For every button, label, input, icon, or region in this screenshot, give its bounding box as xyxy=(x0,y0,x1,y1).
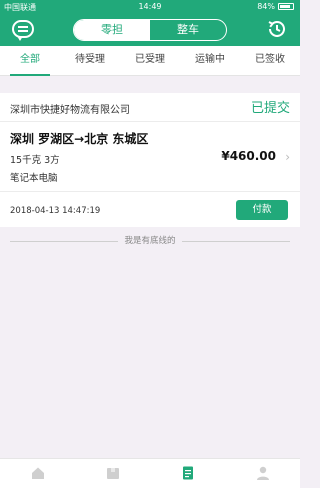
end-of-list: 我是有底线的 xyxy=(10,234,290,248)
segment-ltl[interactable]: 零担 xyxy=(74,20,150,40)
divider xyxy=(0,121,300,122)
home-icon xyxy=(31,467,44,479)
weight-volume: 15千克 3方 xyxy=(10,155,60,166)
status-tabs: 全部 待受理 已受理 运输中 已签收 xyxy=(0,46,300,76)
route: 深圳 罗湖区→北京 东城区 xyxy=(10,132,149,146)
header: 中国联通 14:49 84% 零担 整车 xyxy=(0,0,300,46)
divider xyxy=(0,191,300,192)
status-bar: 中国联通 14:49 84% xyxy=(0,0,300,14)
company-name: 深圳市快捷好物流有限公司 xyxy=(10,105,130,116)
bottom-tab-bar xyxy=(0,458,300,488)
tab-signed[interactable]: 已签收 xyxy=(240,46,300,75)
price: ¥460.00 xyxy=(221,149,276,163)
tabbar-item-goods[interactable] xyxy=(75,459,150,488)
freight-type-toggle: 零担 整车 xyxy=(73,19,227,41)
goods-icon xyxy=(106,468,119,479)
pay-button[interactable]: 付款 xyxy=(236,200,288,220)
battery-icon xyxy=(278,3,294,10)
segment-ftl[interactable]: 整车 xyxy=(150,20,226,40)
history-icon[interactable] xyxy=(266,18,288,40)
goods-name: 笔记本电脑 xyxy=(10,173,58,184)
tab-all[interactable]: 全部 xyxy=(0,46,60,76)
order-card[interactable]: 深圳市快捷好物流有限公司 已提交 深圳 罗湖区→北京 东城区 15千克 3方 笔… xyxy=(0,93,300,227)
order-status: 已提交 xyxy=(250,101,290,116)
message-icon[interactable] xyxy=(12,20,34,41)
clock: 14:49 xyxy=(138,2,162,11)
tabbar-item-home[interactable] xyxy=(0,459,75,488)
tab-pending[interactable]: 待受理 xyxy=(60,46,120,75)
order-datetime: 2018-04-13 14:47:19 xyxy=(10,206,101,216)
end-of-list-text: 我是有底线的 xyxy=(118,236,182,246)
battery-percent: 84% xyxy=(257,2,275,11)
tabbar-item-user[interactable] xyxy=(225,459,300,488)
user-icon xyxy=(256,466,269,480)
tabbar-item-orders[interactable] xyxy=(150,459,225,488)
tab-in-transit[interactable]: 运输中 xyxy=(180,46,240,75)
orders-icon xyxy=(182,466,193,480)
tab-accepted[interactable]: 已受理 xyxy=(120,46,180,75)
chevron-right-icon: › xyxy=(285,150,290,164)
